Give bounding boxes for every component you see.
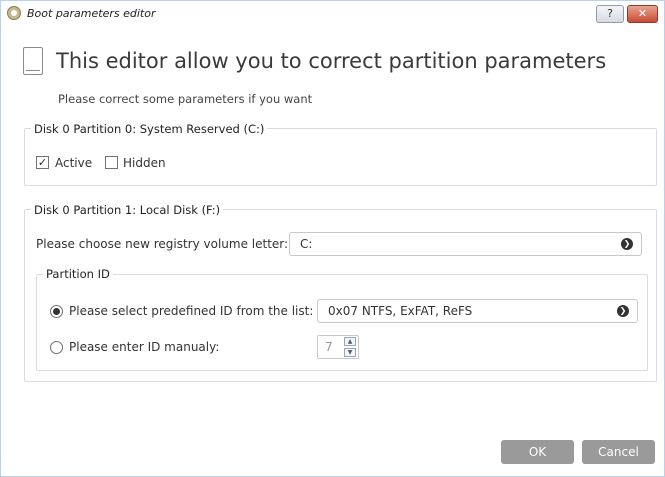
- registry-volume-value: C:: [300, 237, 313, 251]
- boot-parameters-dialog: Boot parameters editor ? ✕ This editor a…: [0, 0, 665, 477]
- cancel-button[interactable]: Cancel: [582, 440, 655, 464]
- partition1-legend: Disk 0 Partition 1: Local Disk (F:): [31, 203, 224, 217]
- partition0-group: [24, 128, 657, 186]
- dropdown-arrow-icon: ❯: [617, 305, 629, 317]
- window-title: Boot parameters editor: [27, 7, 156, 20]
- page-title: This editor allow you to correct partiti…: [56, 49, 607, 73]
- predefined-id-label[interactable]: Please select predefined ID from the lis…: [69, 304, 313, 318]
- partition0-legend: Disk 0 Partition 0: System Reserved (C:): [31, 122, 268, 136]
- active-label[interactable]: Active: [55, 156, 92, 170]
- spin-down-icon[interactable]: ▼: [344, 348, 356, 357]
- predefined-id-radio[interactable]: [50, 305, 63, 318]
- manual-id-value: 7: [325, 340, 333, 354]
- predefined-id-select[interactable]: 0x07 NTFS, ExFAT, ReFS ❯: [317, 299, 638, 323]
- spin-up-icon[interactable]: ▲: [344, 337, 356, 346]
- hidden-label[interactable]: Hidden: [123, 156, 166, 170]
- dropdown-arrow-icon: ❯: [621, 238, 633, 250]
- registry-volume-label: Please choose new registry volume letter…: [36, 237, 289, 251]
- manual-id-label[interactable]: Please enter ID manualy:: [69, 340, 219, 354]
- device-icon: [23, 47, 43, 75]
- ok-button[interactable]: OK: [501, 440, 574, 464]
- manual-id-spinner[interactable]: 7 ▲ ▼: [317, 335, 359, 359]
- registry-volume-select[interactable]: C: ❯: [289, 232, 642, 256]
- app-icon: [7, 6, 21, 20]
- close-button[interactable]: ✕: [627, 5, 658, 23]
- predefined-id-value: 0x07 NTFS, ExFAT, ReFS: [328, 304, 473, 318]
- manual-id-radio[interactable]: [50, 341, 63, 354]
- partition-id-legend: Partition ID: [43, 267, 113, 281]
- active-checkbox[interactable]: ✓: [36, 156, 49, 169]
- title-bar[interactable]: Boot parameters editor ? ✕: [1, 1, 664, 27]
- help-button[interactable]: ?: [596, 5, 624, 23]
- hidden-checkbox[interactable]: [105, 156, 118, 169]
- page-subtitle: Please correct some parameters if you wa…: [58, 92, 313, 106]
